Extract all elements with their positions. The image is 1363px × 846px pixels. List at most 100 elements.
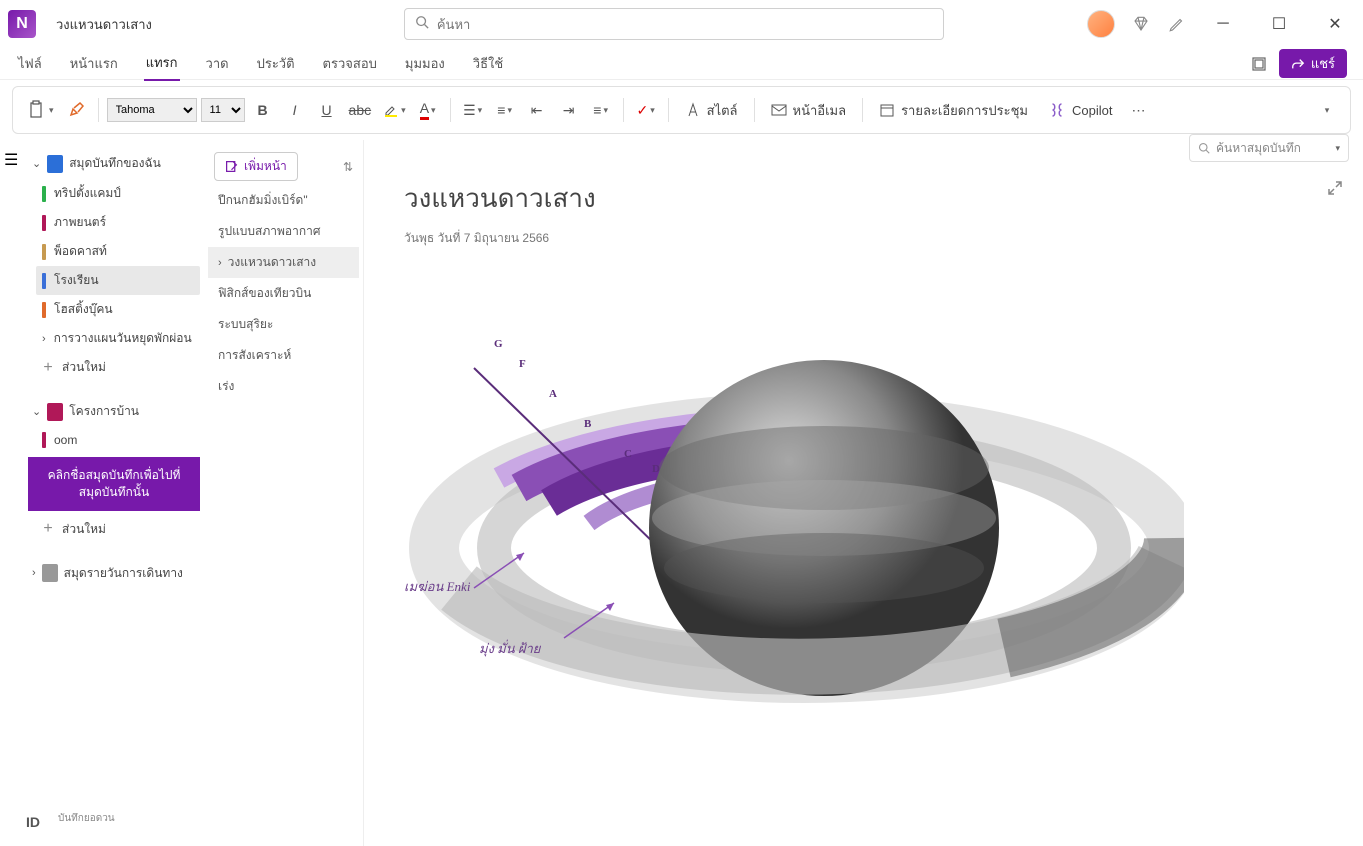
share-label: แชร์ [1311, 53, 1335, 74]
ring-label-f: F [519, 358, 526, 370]
notebook-sidebar: ⌄ สมุดบันทึกของฉัน ทริปตั้งแคมป์ ภาพยนตร… [24, 140, 204, 846]
tab-history[interactable]: ประวัติ [255, 47, 297, 80]
coach-tooltip: คลิกชื่อสมุดบันทึกเพื่อไปที่สมุดบันทึกนั… [28, 457, 200, 511]
ring-label-g: G [494, 338, 503, 350]
search-input[interactable] [437, 17, 933, 32]
italic-button[interactable]: I [281, 96, 309, 124]
page-item[interactable]: เร่ง [208, 371, 359, 402]
ring-label-c: C [624, 448, 632, 460]
notebook-home-projects[interactable]: ⌄ โครงการบ้าน [28, 396, 200, 427]
document-title: วงแหวนดาวเสาง [56, 14, 152, 35]
tab-help[interactable]: วิธีใช้ [471, 47, 505, 80]
tab-review[interactable]: ตรวจสอบ [321, 47, 379, 80]
page-title: วงแหวนดาวเสาง [404, 178, 1323, 219]
page-item[interactable]: ›วงแหวนดาวเสาง [208, 247, 359, 278]
chevron-down-icon: ▾ [1335, 143, 1340, 154]
page-item[interactable]: ฟิสิกส์ของเทียวบิน [208, 278, 359, 309]
avatar[interactable] [1087, 10, 1115, 38]
page-canvas[interactable]: วงแหวนดาวเสาง วันพุธ วันที่ 7 มิถุนายน 2… [364, 140, 1363, 846]
notebook-icon [42, 564, 58, 582]
chevron-right-icon: › [218, 257, 222, 269]
meeting-details-button[interactable]: รายละเอียดการประชุม [871, 100, 1036, 121]
nav-toggle[interactable]: ☰ [0, 140, 24, 846]
premium-icon[interactable] [1131, 14, 1151, 34]
section-movies[interactable]: ภาพยนตร์ [36, 208, 200, 237]
fullpage-icon[interactable] [1249, 54, 1269, 74]
annotation-enki: เมฆ่อน Enki [404, 576, 470, 597]
chevron-right-icon: › [42, 333, 46, 345]
tab-insert[interactable]: แทรก [144, 46, 180, 81]
notebook-label: สมุดรายวันการเดินทาง [64, 564, 183, 583]
section-hosting[interactable]: โฮสติ้งบุ๊คน [36, 295, 200, 324]
search-box[interactable] [404, 8, 944, 40]
ring-label-d: D [652, 463, 660, 475]
strikethrough-button[interactable]: abc [345, 96, 376, 124]
indent-button[interactable]: ⇥ [555, 96, 583, 124]
font-color-button[interactable]: A▾ [414, 96, 442, 124]
minimize-button[interactable]: ─ [1203, 8, 1243, 40]
ribbon-chevron-button[interactable]: ▾ [1312, 96, 1340, 124]
annotation-dust: มุ่ง มั่น ฝ้าย [479, 638, 540, 659]
notebook-icon [47, 155, 63, 173]
outdent-button[interactable]: ⇤ [523, 96, 551, 124]
page-item[interactable]: รูปแบบสภาพอากาศ [208, 216, 359, 247]
chevron-right-icon: › [32, 567, 36, 579]
app-icon: N [8, 10, 36, 38]
notebook-search[interactable]: ค้นหาสมุดบันทึก ▾ [1189, 134, 1349, 162]
ring-label-b: B [584, 418, 591, 430]
align-button[interactable]: ≡▾ [587, 96, 615, 124]
email-page-button[interactable]: หน้าอีเมล [763, 100, 855, 121]
page-list: เพิ่มหน้า ⇅ ปีกนกฮัมมิ่งเบิร์ด" รูปแบบสภ… [204, 140, 364, 846]
plus-icon: + [42, 359, 54, 377]
page-item[interactable]: ระบบสุริยะ [208, 309, 359, 340]
close-button[interactable]: ✕ [1315, 8, 1355, 40]
planet-illustration: G F A B C D เมฆ่อน Enki มุ่ง มั่น ฝ้าย [404, 278, 1184, 758]
add-page-button[interactable]: เพิ่มหน้า [214, 152, 298, 181]
notebook-travel-journal[interactable]: › สมุดรายวันการเดินทาง [28, 558, 200, 589]
copilot-button[interactable]: Copilot [1040, 101, 1120, 119]
add-section-button[interactable]: +ส่วนใหม่ [36, 353, 200, 382]
section-school[interactable]: โรงเรียน [36, 266, 200, 295]
numbering-button[interactable]: ≡▾ [491, 96, 519, 124]
underline-button[interactable]: U [313, 96, 341, 124]
page-item[interactable]: ปีกนกฮัมมิ่งเบิร์ด" [208, 185, 359, 216]
font-size-select[interactable]: 11 [201, 98, 245, 122]
chevron-down-icon: ⌄ [32, 405, 41, 418]
page-date: วันพุธ วันที่ 7 มิถุนายน 2566 [404, 229, 1323, 248]
share-button[interactable]: แชร์ [1279, 49, 1347, 78]
bullets-button[interactable]: ☰▾ [459, 96, 487, 124]
bold-button[interactable]: B [249, 96, 277, 124]
expand-icon[interactable] [1327, 180, 1343, 201]
tab-file[interactable]: ไฟล์ [16, 47, 44, 80]
more-button[interactable]: ⋯ [1124, 96, 1152, 124]
chevron-down-icon: ⌄ [32, 157, 41, 170]
tab-home[interactable]: หน้าแรก [68, 47, 120, 80]
notebook-my-notes[interactable]: ⌄ สมุดบันทึกของฉัน [28, 148, 200, 179]
font-select[interactable]: Tahoma [107, 98, 197, 122]
section-podcast[interactable]: พ็อดคาสท์ [36, 237, 200, 266]
notebook-label: สมุดบันทึกของฉัน [69, 154, 161, 173]
pen-icon[interactable] [1167, 14, 1187, 34]
ribbon-tabs: ไฟล์ หน้าแรก แทรก วาด ประวัติ ตรวจสอบ มุ… [0, 48, 1363, 80]
notebook-label: โครงการบ้าน [69, 402, 139, 421]
add-section-button-2[interactable]: +ส่วนใหม่ [36, 515, 200, 544]
page-item[interactable]: การสังเคราะห์ [208, 340, 359, 371]
tag-button[interactable]: ✓▾ [632, 96, 660, 124]
maximize-button[interactable]: ☐ [1259, 8, 1299, 40]
highlight-button[interactable]: ▾ [379, 96, 410, 124]
footer-text: บันทึกยอดวน [58, 811, 115, 826]
ring-label-a: A [549, 388, 557, 400]
title-bar: N วงแหวนดาวเสาง ─ ☐ ✕ [0, 0, 1363, 48]
tab-view[interactable]: มุมมอง [403, 47, 447, 80]
footer-id: ID [26, 814, 40, 830]
paste-button[interactable]: ▾ [23, 96, 58, 124]
styles-button[interactable]: สไตล์ [677, 100, 746, 121]
sort-icon[interactable]: ⇅ [343, 160, 353, 174]
tab-draw[interactable]: วาด [204, 47, 231, 80]
notebook-icon [47, 403, 63, 421]
format-painter-button[interactable] [62, 96, 90, 124]
plus-icon: + [42, 520, 54, 538]
ribbon-toolbar: ▾ Tahoma 11 B I U abc ▾ A▾ ☰▾ ≡▾ ⇤ ⇥ ≡▾ … [12, 86, 1351, 134]
section-vacation-plan[interactable]: ›การวางแผนวันหยุดพักผ่อน [36, 324, 200, 353]
section-camping[interactable]: ทริปตั้งแคมป์ [36, 179, 200, 208]
